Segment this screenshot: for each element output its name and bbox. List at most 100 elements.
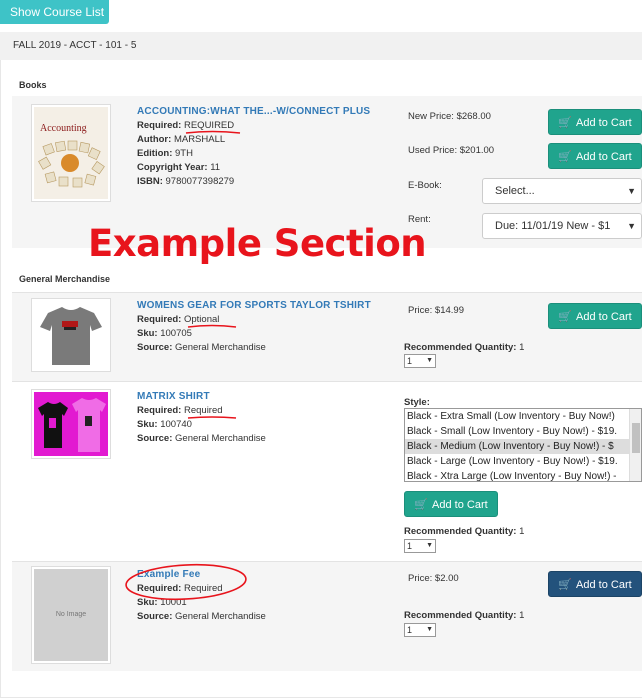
add-to-cart-new-button[interactable]: 🛒 Add to Cart [548, 109, 642, 135]
caret-down-icon: ▼ [627, 221, 636, 231]
scrollbar-thumb[interactable] [632, 423, 640, 453]
example-section-annotation: Example Section [88, 222, 427, 265]
qty-label: Recommended Quantity: [404, 342, 517, 353]
sku-value: 100705 [160, 328, 192, 339]
example-fee-quantity-select[interactable]: 1 ▼ [404, 623, 436, 637]
required-value: Required [183, 405, 223, 416]
copyright-value: 11 [210, 162, 221, 173]
recommended-quantity: Recommended Quantity: 1 [404, 610, 524, 621]
tshirt-quantity-select[interactable]: 1 ▼ [404, 354, 436, 368]
no-image-placeholder: No Image [31, 566, 111, 664]
qty-label: Recommended Quantity: [404, 610, 517, 621]
sku-label: Sku: [137, 419, 158, 430]
source-value: General Merchandise [175, 611, 266, 622]
used-price: Used Price: $201.00 [408, 145, 495, 156]
isbn-label: ISBN: [137, 176, 163, 187]
copyright-label: Copyright Year: [137, 162, 208, 173]
required-label: Required: [137, 583, 182, 594]
source-value: General Merchandise [175, 433, 266, 444]
matrix-shirt-image [31, 389, 111, 459]
source-label: Source: [137, 611, 173, 622]
required-label: Required: [137, 405, 182, 416]
ebook-select[interactable]: Select... ▼ [482, 178, 642, 204]
style-listbox[interactable]: Black - Extra Small (Low Inventory - Buy… [404, 408, 642, 482]
style-label: Style: [404, 397, 430, 408]
course-title: FALL 2019 - ACCT - 101 - 5 [0, 32, 642, 60]
add-to-cart-label: Add to Cart [576, 151, 632, 163]
book-title-link[interactable]: ACCOUNTING:WHAT THE...-W/CONNECT PLUS [137, 105, 387, 119]
source-label: Source: [137, 342, 173, 353]
shopping-cart-icon: 🛒 [558, 579, 573, 591]
author-label: Author: [137, 134, 172, 145]
books-heading: Books [19, 80, 47, 90]
qty-select-value: 1 [407, 625, 413, 635]
isbn-value: 9780077398279 [165, 176, 235, 187]
example-fee-price: Price: $2.00 [408, 573, 459, 584]
author-value: MARSHALL [173, 134, 226, 145]
tshirt-details: WOMENS GEAR FOR SPORTS TAYLOR TSHIRT Req… [137, 299, 397, 355]
add-to-cart-tshirt-button[interactable]: 🛒 Add to Cart [548, 303, 642, 329]
required-value: Optional [183, 314, 220, 325]
book-cover-title: Accounting [40, 123, 87, 134]
add-to-cart-matrix-shirt-button[interactable]: 🛒 Add to Cart [404, 491, 498, 517]
qty-value: 1 [519, 342, 525, 353]
required-label: Required: [137, 120, 182, 131]
style-option[interactable]: Black - Large (Low Inventory - Buy Now!)… [405, 454, 641, 469]
source-label: Source: [137, 433, 173, 444]
tshirt-price: Price: $14.99 [408, 305, 464, 316]
rent-select[interactable]: Due: 11/01/19 New - $1 ▼ [482, 213, 642, 239]
qty-select-value: 1 [407, 356, 413, 366]
qty-select-value: 1 [407, 541, 413, 551]
style-option-selected[interactable]: Black - Medium (Low Inventory - Buy Now!… [405, 439, 641, 454]
style-option[interactable]: Black - Extra Small (Low Inventory - Buy… [405, 409, 641, 424]
example-fee-details: Example Fee Required: Required Sku: 1000… [137, 568, 397, 624]
add-to-cart-example-fee-button[interactable]: 🛒 Add to Cart [548, 571, 642, 597]
style-option[interactable]: Black - Small (Low Inventory - Buy Now!)… [405, 424, 641, 439]
add-to-cart-label: Add to Cart [576, 311, 632, 323]
tshirt-title-link[interactable]: WOMENS GEAR FOR SPORTS TAYLOR TSHIRT [137, 299, 397, 313]
edition-label: Edition: [137, 148, 173, 159]
style-option[interactable]: Black - Xtra Large (Low Inventory - Buy … [405, 469, 641, 481]
ebook-label: E-Book: [408, 180, 442, 191]
sku-label: Sku: [137, 328, 158, 339]
merch-heading: General Merchandise [19, 274, 111, 284]
required-label: Required: [137, 314, 182, 325]
new-price: New Price: $268.00 [408, 111, 491, 122]
caret-down-icon: ▼ [426, 626, 433, 633]
ebook-select-value: Select... [495, 185, 535, 197]
caret-down-icon: ▼ [426, 542, 433, 549]
add-to-cart-label: Add to Cart [432, 499, 488, 511]
recommended-quantity: Recommended Quantity: 1 [404, 342, 524, 353]
add-to-cart-label: Add to Cart [576, 579, 632, 591]
sku-label: Sku: [137, 597, 158, 608]
style-listbox-scrollbar[interactable] [629, 409, 641, 481]
shopping-cart-icon: 🛒 [414, 499, 429, 511]
rent-select-value: Due: 11/01/19 New - $1 [495, 220, 611, 232]
caret-down-icon: ▼ [627, 186, 636, 196]
show-course-list-button[interactable]: Show Course List [0, 0, 109, 24]
qty-value: 1 [519, 610, 525, 621]
recommended-quantity: Recommended Quantity: 1 [404, 526, 524, 537]
source-value: General Merchandise [175, 342, 266, 353]
matrix-shirt-title-link[interactable]: MATRIX SHIRT [137, 390, 397, 404]
book-cover-image: Accounting [31, 104, 111, 202]
sku-value: 100740 [160, 419, 192, 430]
add-to-cart-used-button[interactable]: 🛒 Add to Cart [548, 143, 642, 169]
caret-down-icon: ▼ [426, 357, 433, 364]
shopping-cart-icon: 🛒 [558, 311, 573, 323]
shopping-cart-icon: 🛒 [558, 151, 573, 163]
add-to-cart-label: Add to Cart [576, 117, 632, 129]
qty-label: Recommended Quantity: [404, 526, 517, 537]
matrix-shirt-details: MATRIX SHIRT Required: Required Sku: 100… [137, 390, 397, 446]
matrix-shirt-quantity-select[interactable]: 1 ▼ [404, 539, 436, 553]
edition-value: 9TH [175, 148, 193, 159]
qty-value: 1 [519, 526, 525, 537]
tshirt-image [31, 298, 111, 372]
no-image-text: No Image [34, 569, 108, 661]
example-fee-title-link[interactable]: Example Fee [137, 568, 397, 582]
required-value: Required [183, 583, 223, 594]
required-value: REQUIRED [183, 120, 235, 131]
sku-value: 10001 [160, 597, 187, 608]
book-details: ACCOUNTING:WHAT THE...-W/CONNECT PLUS Re… [137, 105, 387, 189]
shopping-cart-icon: 🛒 [558, 117, 573, 129]
